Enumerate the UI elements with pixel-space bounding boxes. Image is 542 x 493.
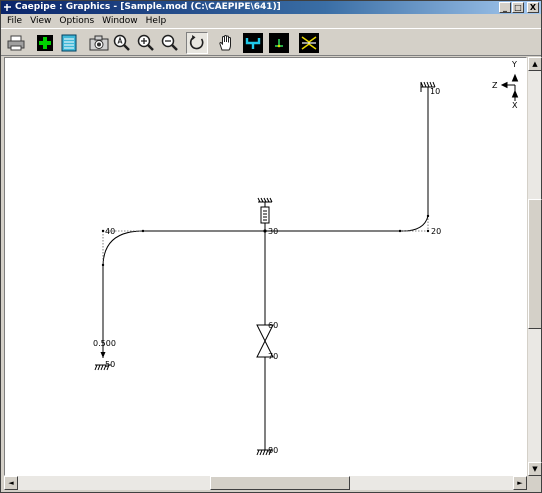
window-title: Caepipe : Graphics - [Sample.mod (C:\CAE…	[15, 2, 281, 12]
vertical-scrollbar[interactable]: ▲ ▼	[527, 57, 542, 476]
view-side-icon	[299, 33, 319, 53]
axis-y-label: Y	[511, 60, 517, 69]
axis-triad	[500, 73, 519, 101]
bend-point-a	[141, 229, 145, 233]
list-icon	[61, 34, 77, 52]
menu-bar: File View Options Window Help	[1, 14, 541, 27]
force-arrow	[100, 352, 106, 358]
pan-button[interactable]	[215, 32, 237, 54]
node-label-80: 80	[268, 446, 278, 455]
node-label-60: 60	[268, 321, 278, 330]
add-icon	[37, 35, 53, 51]
zoom-all-button[interactable]	[111, 32, 133, 54]
add-button[interactable]	[34, 32, 56, 54]
node-label-10: 10	[430, 87, 440, 96]
node-point-20	[426, 229, 430, 233]
rotate-icon	[189, 35, 204, 50]
node-label-30: 30	[268, 227, 278, 236]
caepipe-graphics-window: Caepipe : Graphics - [Sample.mod (C:\CAE…	[0, 0, 542, 493]
toolbar	[1, 28, 541, 56]
minimize-button[interactable]: _	[499, 2, 511, 13]
node-label-40: 40	[105, 227, 115, 236]
axis-x-label: X	[512, 101, 518, 110]
view-top-button[interactable]	[242, 32, 264, 54]
view-front-icon	[269, 33, 289, 53]
view-front-button[interactable]	[268, 32, 290, 54]
print-icon	[7, 35, 25, 51]
axis-z-label: Z	[492, 81, 498, 90]
close-button[interactable]: X	[527, 2, 539, 13]
node-label-20: 20	[431, 227, 441, 236]
view-side-button[interactable]	[298, 32, 320, 54]
bend-20	[399, 215, 429, 232]
camera-icon	[89, 35, 109, 51]
horizontal-scroll-thumb[interactable]	[210, 476, 350, 490]
scroll-right-button[interactable]: ►	[513, 476, 527, 490]
graphics-canvas[interactable]: Y Z X 10 20 30 40 50 60 70 80 0.500	[4, 57, 527, 476]
menu-options[interactable]: Options	[55, 15, 98, 27]
node-label-50: 50	[105, 360, 115, 369]
bend-point-c	[398, 229, 402, 233]
rotate-button[interactable]	[186, 32, 208, 54]
zoom-in-icon	[137, 34, 154, 51]
title-bar[interactable]: Caepipe : Graphics - [Sample.mod (C:\CAE…	[1, 1, 541, 14]
camera-button[interactable]	[88, 32, 110, 54]
node-label-70: 70	[268, 352, 278, 361]
zoom-out-button[interactable]	[159, 32, 181, 54]
scroll-up-button[interactable]: ▲	[528, 57, 542, 71]
zoom-all-icon	[113, 34, 130, 51]
menu-help[interactable]: Help	[142, 15, 171, 27]
scroll-down-button[interactable]: ▼	[528, 462, 542, 476]
force-annotation: 0.500	[93, 339, 116, 348]
zoom-out-icon	[161, 34, 178, 51]
list-button[interactable]	[58, 32, 80, 54]
vertical-scroll-thumb[interactable]	[528, 199, 542, 329]
menu-file[interactable]: File	[3, 15, 26, 27]
scrollbar-corner	[527, 476, 541, 490]
pan-hand-icon	[219, 34, 231, 51]
bend-40	[102, 230, 144, 266]
bend-point-b	[101, 263, 105, 267]
view-top-icon	[243, 33, 263, 53]
pipe-model-drawing: Y Z X 10 20 30 40 50 60 70 80 0.500	[93, 60, 519, 456]
print-button[interactable]	[5, 32, 27, 54]
horizontal-scrollbar[interactable]: ◄ ►	[4, 476, 527, 490]
bend-point-d	[426, 214, 430, 218]
menu-window[interactable]: Window	[98, 15, 142, 27]
node-point-40	[101, 229, 105, 233]
zoom-in-button[interactable]	[135, 32, 157, 54]
bend-40-guide	[102, 230, 143, 265]
restore-button[interactable]: □	[512, 2, 524, 13]
app-icon	[4, 4, 11, 11]
menu-view[interactable]: View	[26, 15, 55, 27]
scroll-left-button[interactable]: ◄	[4, 476, 18, 490]
